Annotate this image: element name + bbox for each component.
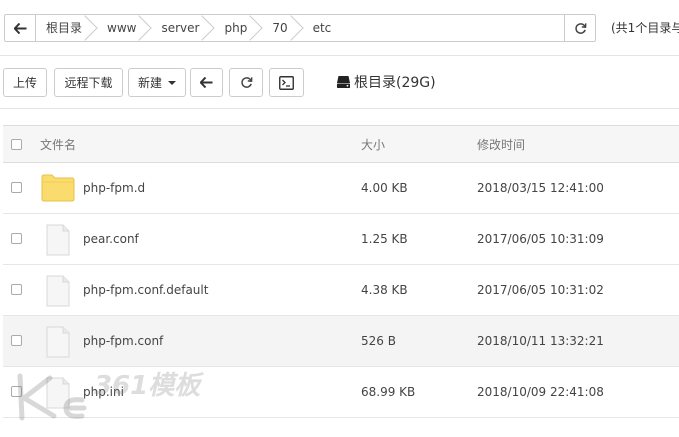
remote-download-label: 远程下载 xyxy=(64,76,113,90)
select-all-checkbox[interactable] xyxy=(11,139,22,150)
new-dropdown-button[interactable]: 新建 xyxy=(128,68,186,97)
row-checkbox[interactable] xyxy=(11,233,22,244)
row-checkbox[interactable] xyxy=(11,284,22,295)
file-modified: 2017/06/05 10:31:09 xyxy=(477,232,604,246)
file-size: 68.99 KB xyxy=(361,385,416,399)
refresh-icon xyxy=(574,22,586,34)
file-size: 526 B xyxy=(361,334,396,348)
file-modified: 2018/03/15 12:41:00 xyxy=(477,181,604,195)
path-back-button[interactable] xyxy=(5,15,36,41)
disk-usage[interactable]: 根目录(29G) xyxy=(336,72,436,92)
hard-drive-icon xyxy=(337,76,350,88)
file-size: 4.00 KB xyxy=(361,181,408,195)
new-button-label: 新建 xyxy=(137,76,162,90)
arrow-left-icon xyxy=(200,77,213,88)
file-size: 1.25 KB xyxy=(361,232,408,246)
path-refresh-button[interactable] xyxy=(564,15,595,41)
breadcrumb-item[interactable]: server xyxy=(150,15,213,41)
path-bar: 根目录 www server php 70 etc xyxy=(4,14,596,42)
breadcrumb-item[interactable]: php xyxy=(213,15,261,41)
file-icon xyxy=(46,224,70,256)
breadcrumb-item[interactable]: www xyxy=(96,15,150,41)
back-button[interactable] xyxy=(190,68,223,97)
breadcrumb: 根目录 www server php 70 etc xyxy=(35,15,345,41)
file-name[interactable]: pear.conf xyxy=(83,214,139,264)
terminal-icon xyxy=(279,75,294,90)
upload-button-label: 上传 xyxy=(12,76,37,90)
disk-usage-label: 根目录(29G) xyxy=(354,75,436,91)
breadcrumb-item[interactable]: 根目录 xyxy=(35,15,96,41)
row-checkbox[interactable] xyxy=(11,335,22,346)
refresh-button[interactable] xyxy=(229,68,263,97)
folder-icon xyxy=(41,174,75,202)
column-header-size[interactable]: 大小 xyxy=(361,126,385,164)
file-modified: 2018/10/09 22:41:08 xyxy=(477,385,604,399)
svg-text:361模板: 361模板 xyxy=(94,371,204,401)
row-checkbox[interactable] xyxy=(11,182,22,193)
arrow-left-icon xyxy=(13,22,26,34)
header-divider xyxy=(0,55,679,56)
column-header-name[interactable]: 文件名 xyxy=(40,126,76,164)
file-modified: 2017/06/05 10:31:02 xyxy=(477,283,604,297)
table-row[interactable]: php-fpm.d 4.00 KB 2018/03/15 12:41:00 xyxy=(3,163,679,214)
file-name[interactable]: php-fpm.d xyxy=(83,163,145,213)
file-name[interactable]: php-fpm.conf.default xyxy=(83,265,208,315)
file-icon xyxy=(46,326,70,358)
file-size: 4.38 KB xyxy=(361,283,408,297)
breadcrumb-item[interactable]: 70 xyxy=(261,15,301,41)
toolbar-divider xyxy=(0,108,679,109)
directory-summary: (共1个目录与 xyxy=(611,21,679,35)
terminal-button[interactable] xyxy=(269,68,304,97)
upload-button[interactable]: 上传 xyxy=(3,68,47,97)
breadcrumb-item[interactable]: etc xyxy=(302,15,346,41)
remote-download-button[interactable]: 远程下载 xyxy=(54,68,123,97)
table-row[interactable]: pear.conf 1.25 KB 2017/06/05 10:31:09 xyxy=(3,214,679,265)
table-row[interactable]: php-fpm.conf.default 4.38 KB 2017/06/05 … xyxy=(3,265,679,316)
file-modified: 2018/10/11 13:32:21 xyxy=(477,334,604,348)
column-header-modified[interactable]: 修改时间 xyxy=(477,126,525,164)
file-icon xyxy=(46,275,70,307)
watermark-logo: 361模板 xyxy=(17,371,204,421)
table-header: 文件名 大小 修改时间 xyxy=(3,125,679,163)
caret-down-icon xyxy=(168,80,176,85)
refresh-icon xyxy=(240,77,252,88)
